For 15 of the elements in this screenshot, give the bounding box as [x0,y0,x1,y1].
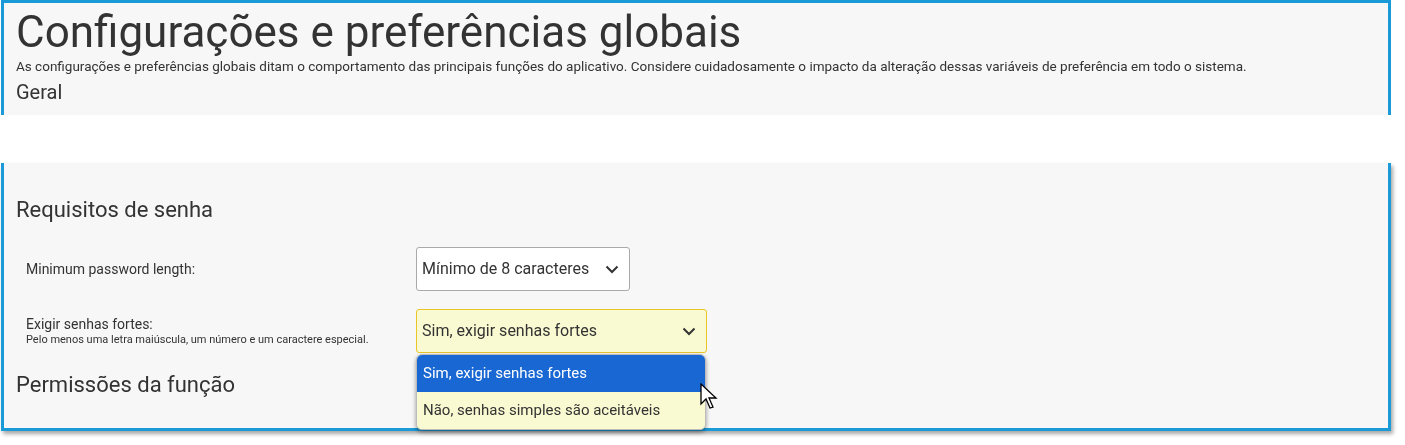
chevron-down-icon [682,326,696,336]
page-title: Configurações e preferências globais [16,7,742,57]
section-heading: Requisitos de senha [16,196,214,224]
dropdown-option[interactable]: Sim, exigir senhas fortes [417,355,705,392]
dropdown-select[interactable]: Sim, exigir senhas fortes [416,309,707,353]
field-label: Exigir senhas fortes: [26,315,154,333]
dropdown-select[interactable]: Mínimo de 8 caracteres [416,247,631,291]
mouse-cursor-icon [700,383,720,411]
dropdown-option[interactable]: Não, senhas simples são aceitáveis [417,392,705,429]
field-label: Minimum password length: [26,260,197,278]
section-heading: Geral [16,79,63,105]
page-description: As configurações e preferências globais ditam o comportamento das principais funções do aplicativo. Considere cuidadosamente o impacto da alteração dessas variáveis de preferência em todo o sistema. [16,57,1248,75]
field-hint: Pelo menos uma letra maiúscula, um número e um caractere especial. [26,333,370,347]
chevron-down-icon [605,264,620,274]
section-heading: Permissões da função [16,371,236,399]
